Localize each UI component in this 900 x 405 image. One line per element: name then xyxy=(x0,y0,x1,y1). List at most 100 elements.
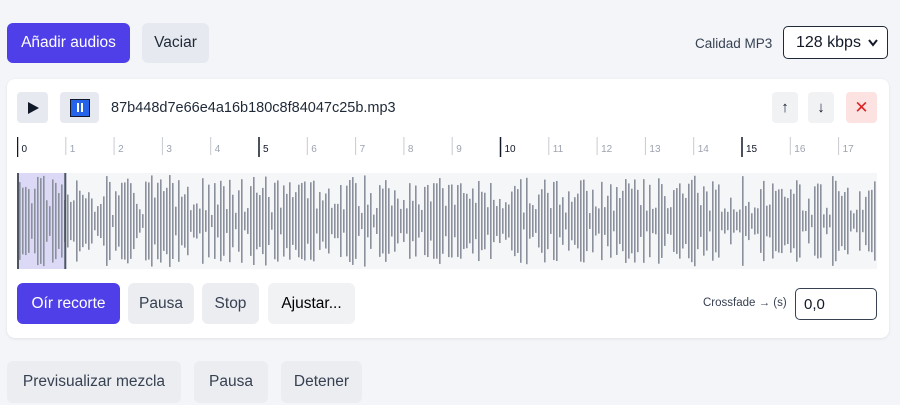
waveform-bar xyxy=(688,183,690,259)
remove-button[interactable]: ✕ xyxy=(846,92,877,123)
waveform-bar xyxy=(358,206,360,236)
waveform-bar xyxy=(217,204,219,238)
waveform-bar xyxy=(196,203,198,239)
waveform-bar xyxy=(241,179,243,263)
waveform-bar xyxy=(367,204,369,238)
waveform-bar xyxy=(67,194,69,248)
waveform-bar xyxy=(415,185,417,257)
waveform-bar xyxy=(505,202,507,240)
adjust-button[interactable]: Ajustar... xyxy=(268,283,355,324)
waveform-bar xyxy=(784,196,786,246)
waveform-bar xyxy=(403,199,405,243)
waveform-bar xyxy=(580,180,582,262)
waveform-bar xyxy=(187,186,189,256)
move-up-button[interactable]: ↑ xyxy=(772,92,798,123)
clear-button[interactable]: Vaciar xyxy=(142,23,209,63)
waveform-bar xyxy=(685,197,687,245)
waveform-bar xyxy=(652,208,654,234)
waveform-bar xyxy=(163,191,165,251)
waveform-bar xyxy=(502,208,504,234)
waveform-bar xyxy=(568,191,570,251)
chevron-down-icon xyxy=(867,33,879,56)
waveform-bar xyxy=(583,179,585,263)
waveform-bar xyxy=(352,177,354,265)
waveform-bar xyxy=(340,184,342,258)
ruler-tick-label: 1 xyxy=(70,144,76,155)
move-down-button[interactable]: ↓ xyxy=(808,92,834,123)
waveform-bar xyxy=(640,205,642,237)
waveform-bar xyxy=(484,192,486,250)
waveform-bar xyxy=(649,184,651,258)
waveform-bar xyxy=(835,180,837,262)
waveform-bar xyxy=(139,209,141,233)
ruler-tick-label: 9 xyxy=(456,144,462,155)
add-audios-button[interactable]: Añadir audios xyxy=(7,23,130,63)
waveform-bar xyxy=(499,198,501,244)
waveform-bar xyxy=(754,207,756,235)
waveform-bar xyxy=(604,207,606,235)
waveform-bar xyxy=(355,183,357,259)
mix-pause-button[interactable]: Pausa xyxy=(194,361,268,403)
waveform-bar xyxy=(676,188,678,254)
waveform-bar xyxy=(736,211,738,231)
waveform-bar xyxy=(703,186,705,256)
waveform-bar xyxy=(811,214,813,228)
waveform-bar xyxy=(274,182,276,260)
waveform-bar xyxy=(454,204,456,238)
waveform-bar xyxy=(325,193,327,249)
waveform-bar xyxy=(847,187,849,255)
waveform-bar xyxy=(286,193,288,249)
waveform-bar xyxy=(631,188,633,254)
track-stop-button[interactable]: Stop xyxy=(202,283,259,324)
waveform-bar xyxy=(757,208,759,234)
waveform-bar xyxy=(772,183,774,259)
waveform-bar xyxy=(316,208,318,234)
waveform-bar xyxy=(448,184,450,258)
listen-selection-button[interactable]: Oír recorte xyxy=(17,283,120,324)
waveform-bar xyxy=(313,180,315,262)
pause-button[interactable] xyxy=(60,92,99,123)
waveform-bar xyxy=(715,189,717,253)
waveform-bar xyxy=(175,206,177,236)
waveform-bar xyxy=(208,184,210,258)
waveform-bar xyxy=(643,179,645,263)
waveform-bar xyxy=(151,175,153,267)
waveform-bar xyxy=(145,181,147,261)
waveform-bar xyxy=(625,179,627,263)
waveform-bar xyxy=(193,204,195,238)
quality-select[interactable]: 128 kbps xyxy=(783,26,888,59)
waveform-bar xyxy=(421,209,423,233)
waveform-bar xyxy=(172,183,174,259)
preview-mix-button[interactable]: Previsualizar mezcla xyxy=(7,361,181,403)
waveform-bar xyxy=(445,205,447,237)
waveform-bar xyxy=(79,190,81,252)
waveform-bar xyxy=(829,214,831,228)
waveform-bar xyxy=(778,189,780,253)
mix-stop-button[interactable]: Detener xyxy=(281,361,362,403)
waveform-bar xyxy=(103,196,105,246)
waveform-bar xyxy=(319,192,321,250)
track-pause-button[interactable]: Pausa xyxy=(128,283,194,324)
waveform-bar xyxy=(802,210,804,232)
waveform-bar xyxy=(451,184,453,258)
waveform-bar xyxy=(295,192,297,250)
crossfade-input[interactable]: 0,0 xyxy=(795,288,877,320)
play-button[interactable] xyxy=(17,92,48,123)
waveform-bar xyxy=(616,187,618,255)
waveform-bar xyxy=(256,192,258,250)
waveform[interactable] xyxy=(17,173,877,269)
waveform-bar xyxy=(211,214,213,228)
waveform-bar xyxy=(670,207,672,235)
quality-label: Calidad MP3 xyxy=(695,36,773,51)
waveform-bar xyxy=(856,209,858,233)
waveform-bar xyxy=(394,190,396,252)
waveform-bar xyxy=(694,175,696,267)
waveform-bar xyxy=(118,195,120,247)
waveform-bar xyxy=(184,194,186,248)
waveform-bar xyxy=(22,187,24,255)
waveform-bar xyxy=(91,198,93,244)
waveform-bar xyxy=(247,208,249,234)
waveform-bar xyxy=(478,180,480,262)
waveform-bar xyxy=(307,198,309,244)
waveform-bar xyxy=(682,193,684,249)
